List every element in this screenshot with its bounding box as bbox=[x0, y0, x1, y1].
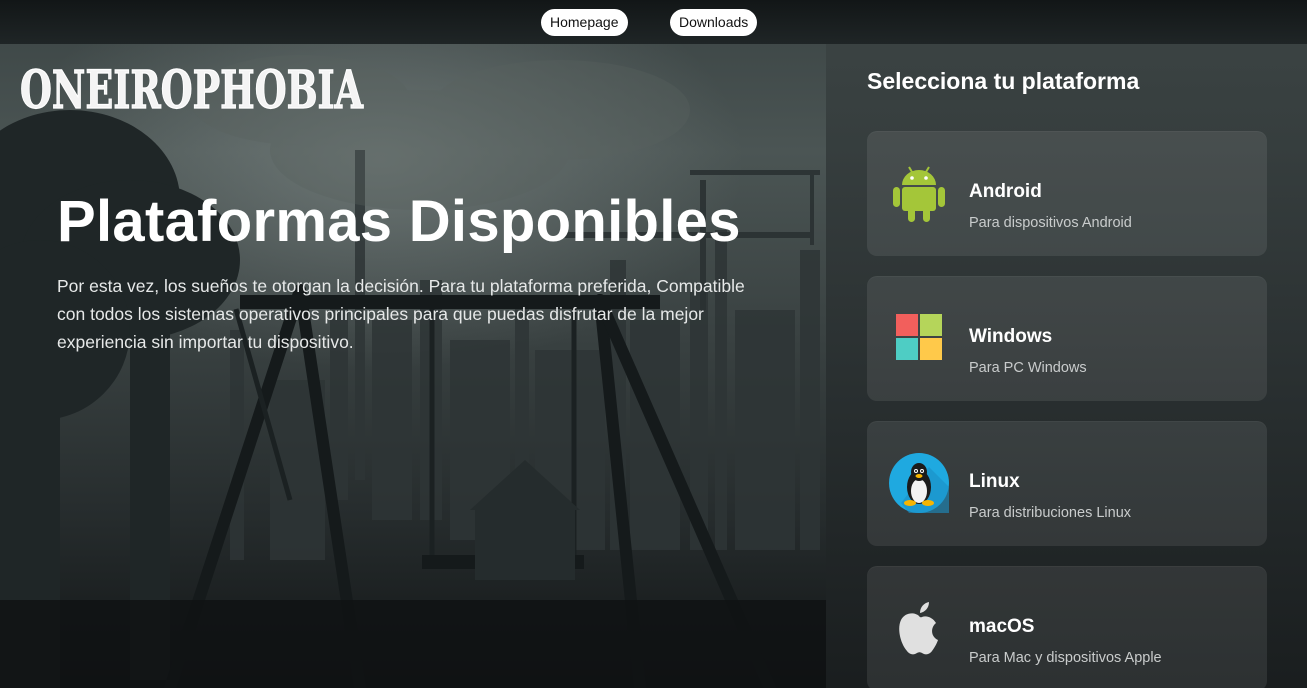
platform-card-android[interactable]: Android Para dispositivos Android bbox=[867, 131, 1267, 256]
apple-icon bbox=[899, 602, 938, 655]
platform-name: macOS bbox=[969, 616, 1035, 637]
linux-tux-icon bbox=[889, 453, 949, 513]
platform-card-linux[interactable]: Linux Para distribuciones Linux bbox=[867, 421, 1267, 546]
downloads-nav-button[interactable]: Downloads bbox=[670, 9, 758, 36]
homepage-nav-button[interactable]: Homepage bbox=[541, 9, 628, 36]
platform-card-macos[interactable]: macOS Para Mac y dispositivos Apple bbox=[867, 566, 1267, 688]
platform-name: Windows bbox=[969, 326, 1053, 347]
platform-description: Para PC Windows bbox=[969, 360, 1087, 376]
hero-description: Por esta vez, los sueños te otorgan la d… bbox=[57, 276, 745, 352]
platform-section-title: Selecciona tu plataforma bbox=[867, 68, 1140, 94]
logo-text: ONEIROPHOBIA bbox=[20, 60, 363, 121]
windows-icon bbox=[896, 314, 942, 360]
platform-description: Para Mac y dispositivos Apple bbox=[969, 650, 1162, 666]
oneirophobia-logo[interactable]: ONEIROPHOBIA bbox=[18, 52, 368, 124]
platform-name: Linux bbox=[969, 471, 1020, 492]
android-icon bbox=[893, 166, 945, 222]
top-navigation-bar: Homepage Downloads bbox=[0, 0, 1307, 44]
platform-description: Para distribuciones Linux bbox=[969, 505, 1132, 521]
platform-card-windows[interactable]: Windows Para PC Windows bbox=[867, 276, 1267, 401]
page: Homepage Downloads ONEIROPHOBIA Platafor… bbox=[0, 0, 1307, 688]
page-title: Plataformas Disponibles bbox=[57, 189, 741, 254]
platform-description: Para dispositivos Android bbox=[969, 215, 1132, 231]
platform-name: Android bbox=[969, 181, 1042, 202]
